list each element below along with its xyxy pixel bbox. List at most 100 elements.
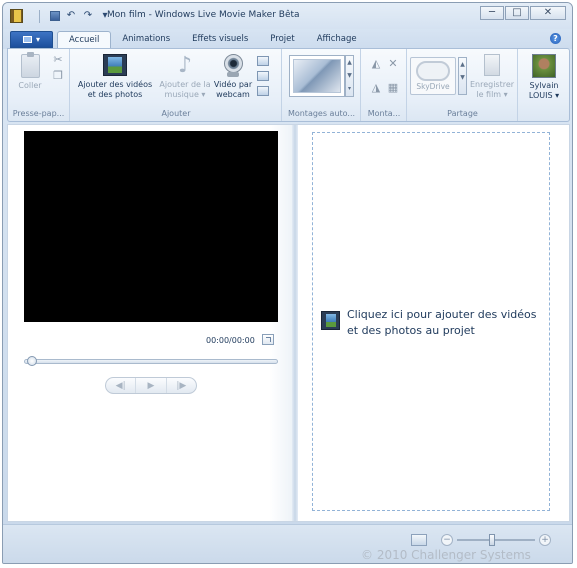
tab-projet[interactable]: Projet (259, 31, 305, 49)
tab-effets-visuels[interactable]: Effets visuels (181, 31, 259, 49)
add-media-icon (321, 311, 340, 330)
add-group: Ajouter des vidéos et des photos ♪ Ajout… (71, 49, 282, 121)
quick-access-separator (33, 9, 45, 23)
workspace: 00:00/00:00 ◀| ▶ |▶ Cliquez ici pour ajo… (7, 124, 570, 522)
editing-group-label: Monta... (367, 109, 401, 118)
scroll-down-icon[interactable]: ▼ (346, 69, 353, 82)
chevron-down-icon: ▾ (555, 90, 560, 100)
skydrive-label: SkyDrive (416, 82, 450, 91)
previous-frame-button[interactable]: ◀| (106, 378, 137, 393)
clipboard-group-label: Presse-pap... (12, 109, 65, 118)
caption-icon[interactable] (257, 86, 269, 96)
film-strip-app-icon[interactable] (10, 9, 23, 23)
help-icon[interactable]: ? (550, 33, 561, 44)
automovie-group: ▲ ▼ ▾ Montages auto... (283, 49, 361, 121)
add-media-label-line2: et des photos (87, 89, 143, 99)
zoom-in-button[interactable]: + (539, 534, 551, 546)
zoom-out-button[interactable]: − (441, 534, 453, 546)
editing-group: ◭ ✕ ◮ ▦ Monta... (362, 49, 407, 121)
minimize-button[interactable]: ─ (480, 6, 504, 20)
webcam-label-line2: webcam (216, 89, 250, 99)
avatar (532, 54, 556, 78)
save-movie-label-line1: Enregistrer (469, 80, 515, 89)
select-all-icon[interactable]: ▦ (387, 82, 399, 94)
seek-thumb[interactable] (27, 356, 37, 366)
scroll-down-icon[interactable]: ▼ (459, 71, 466, 84)
account-name-line1: Sylvain (529, 81, 559, 90)
next-frame-button[interactable]: |▶ (167, 378, 196, 393)
undo-icon[interactable]: ↶ (65, 10, 77, 22)
automovie-theme-thumbnail[interactable] (293, 59, 341, 93)
chevron-down-icon: ▾ (35, 35, 40, 44)
tab-animations[interactable]: Animations (111, 31, 181, 49)
title-bar: ↶ ↷ ▾ Mon film - Windows Live Movie Make… (3, 3, 572, 29)
thumbnail-size-icon[interactable] (411, 534, 427, 546)
ribbon-tabs: Accueil Animations Effets visuels Projet… (57, 31, 368, 49)
ribbon-tab-row: ▾ Accueil Animations Effets visuels Proj… (3, 29, 572, 49)
playback-time: 00:00/00:00 (206, 336, 255, 345)
zoom-track[interactable] (457, 539, 535, 541)
snapshot-icon[interactable] (257, 56, 269, 66)
tab-affichage[interactable]: Affichage (306, 31, 368, 49)
add-music-label-line2: musique ▾ (164, 89, 206, 99)
add-group-label: Ajouter (161, 109, 191, 118)
ribbon: Coller ✂ ❐ Presse-pap... Ajouter des vid… (7, 48, 570, 122)
title-icon[interactable] (257, 71, 269, 81)
save-movie-icon (484, 54, 500, 76)
paste-label: Coller (18, 81, 42, 90)
seek-bar[interactable] (24, 359, 278, 364)
add-media-icon (103, 54, 127, 76)
video-preview[interactable] (24, 131, 278, 322)
automovie-group-label: Montages auto... (287, 109, 356, 118)
rotate-left-icon[interactable]: ◭ (370, 58, 382, 70)
automovie-gallery-scroll[interactable]: ▲ ▼ ▾ (345, 55, 354, 97)
automovie-gallery[interactable] (289, 55, 345, 97)
window-title: Mon film - Windows Live Movie Maker Bêta (107, 10, 300, 20)
tab-accueil[interactable]: Accueil (57, 31, 112, 49)
zoom-knob[interactable] (489, 534, 495, 546)
cut-icon[interactable]: ✂ (52, 54, 64, 66)
scroll-up-icon[interactable]: ▲ (459, 58, 466, 71)
storyboard-prompt[interactable]: Cliquez ici pour ajouter des vidéos et d… (347, 307, 547, 339)
music-note-icon: ♪ (177, 53, 193, 78)
copy-icon[interactable]: ❐ (52, 70, 64, 82)
account-button[interactable]: Sylvain LOUIS ▾ (521, 54, 567, 100)
playback-controls: ◀| ▶ |▶ (105, 377, 197, 394)
zoom-slider: − + (441, 534, 551, 548)
add-videos-photos-button[interactable]: Ajouter des vidéos et des photos (76, 54, 154, 99)
add-music-button[interactable]: ♪ Ajouter de la musique ▾ (157, 54, 213, 99)
chevron-down-icon: ▾ (201, 89, 206, 99)
preview-pane: 00:00/00:00 ◀| ▶ |▶ (8, 125, 292, 521)
webcam-video-button[interactable]: Vidéo par webcam (213, 54, 253, 99)
application-menu-button[interactable]: ▾ (10, 31, 53, 48)
gallery-more-icon[interactable]: ▾ (346, 82, 353, 95)
save-movie-label-line2: le film ▾ (476, 89, 508, 99)
paste-button[interactable]: Coller (12, 52, 48, 91)
add-media-label-line1: Ajouter des vidéos (77, 80, 153, 89)
document-icon (22, 36, 32, 43)
status-bar: − + © 2010 Challenger Systems (3, 524, 572, 563)
fullscreen-icon[interactable] (262, 334, 274, 345)
clipboard-group: Coller ✂ ❐ Presse-pap... (8, 49, 70, 121)
share-gallery-scroll[interactable]: ▲ ▼ (458, 57, 467, 95)
skydrive-button[interactable]: SkyDrive (410, 57, 456, 95)
chevron-down-icon: ▾ (503, 89, 508, 99)
skydrive-cloud-icon (416, 61, 450, 81)
add-music-label-line1: Ajouter de la (159, 80, 211, 89)
play-button[interactable]: ▶ (136, 378, 167, 393)
copyright-watermark: © 2010 Challenger Systems (361, 548, 531, 562)
save-movie-button[interactable]: Enregistrer le film ▾ (469, 54, 515, 99)
rotate-right-icon[interactable]: ◮ (370, 82, 382, 94)
scroll-up-icon[interactable]: ▲ (346, 56, 353, 69)
pane-splitter[interactable] (292, 125, 298, 521)
redo-icon[interactable]: ↷ (82, 10, 94, 22)
clipboard-icon (20, 52, 40, 78)
share-group-label: Partage (447, 109, 478, 118)
webcam-label-line1: Vidéo par (213, 80, 253, 89)
close-button[interactable]: ✕ (530, 6, 566, 20)
maximize-button[interactable]: □ (505, 6, 529, 20)
quick-access-toolbar: ↶ ↷ ▾ (33, 9, 111, 23)
save-icon[interactable] (50, 11, 60, 21)
remove-icon[interactable]: ✕ (387, 58, 399, 70)
account-group: Sylvain LOUIS ▾ (519, 49, 569, 121)
